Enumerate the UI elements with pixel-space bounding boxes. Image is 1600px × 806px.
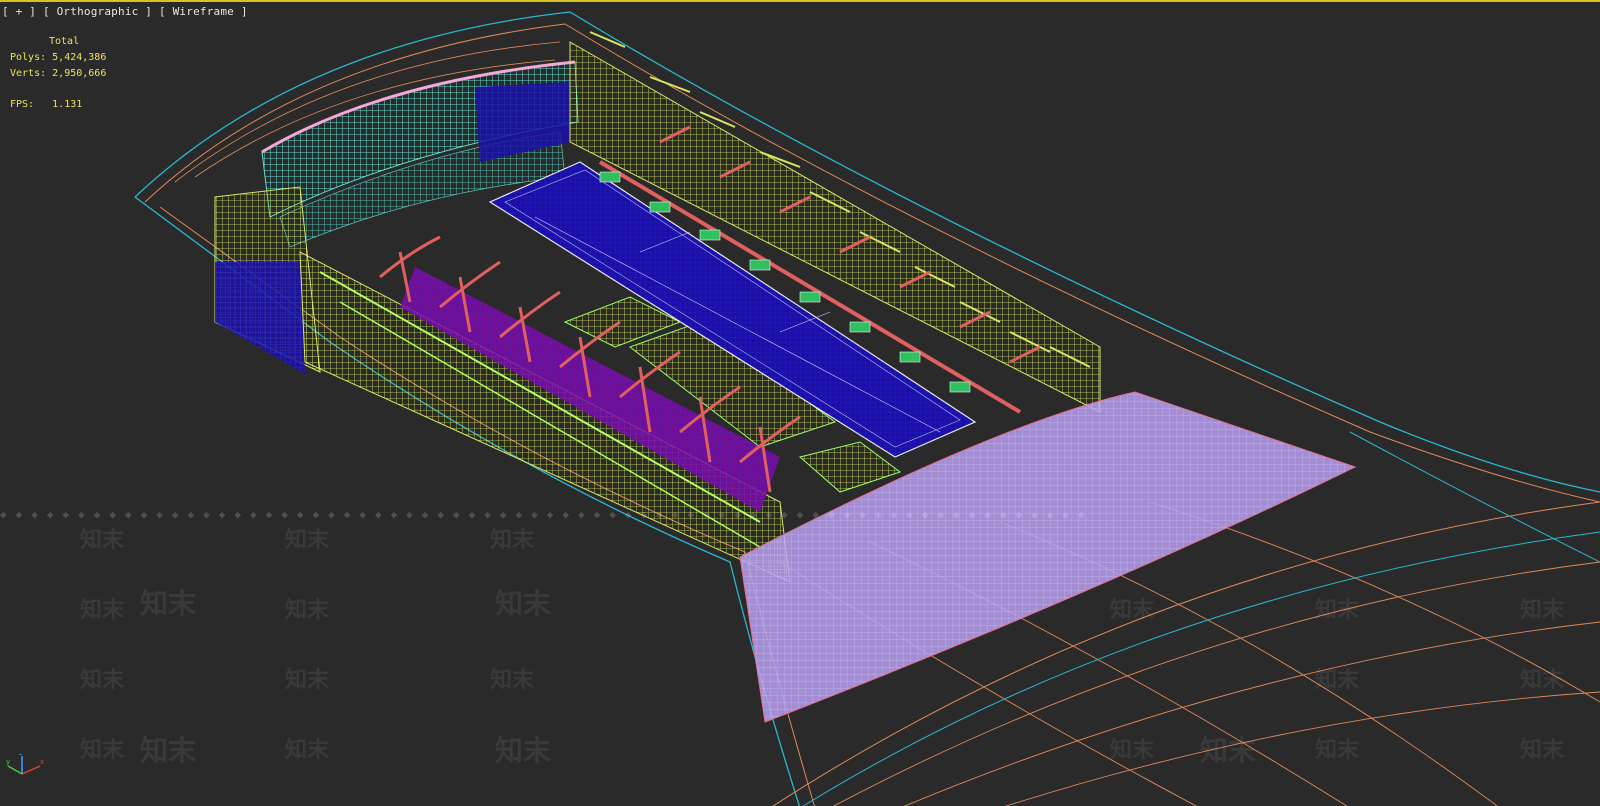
- polys-label: Polys:: [10, 52, 47, 63]
- viewport-shading-menu[interactable]: [ Wireframe ]: [159, 5, 248, 18]
- watermark-diamond-row: ◆◆◆◆◆◆◆◆◆◆◆◆◆◆◆◆◆◆◆◆◆◆◆◆◆◆◆◆◆◆◆◆◆◆◆◆◆◆◆◆…: [0, 508, 1094, 521]
- polys-value: 5,424,386: [52, 52, 107, 63]
- viewport-statistics: Total Polys: 5,424,386 Verts: 2,950,666 …: [10, 34, 106, 113]
- stats-verts: Verts: 2,950,666: [10, 66, 106, 82]
- wireframe-viewport[interactable]: ◆◆◆◆◆◆◆◆◆◆◆◆◆◆◆◆◆◆◆◆◆◆◆◆◆◆◆◆◆◆◆◆◆◆◆◆◆◆◆◆…: [0, 0, 1600, 806]
- viewport-label: [ + ] [ Orthographic ] [ Wireframe ]: [2, 5, 248, 18]
- axis-x-label: x: [40, 758, 44, 766]
- fps-value: 1.131: [52, 99, 83, 110]
- viewport-plus-menu[interactable]: [ + ]: [2, 5, 36, 18]
- verts-value: 2,950,666: [52, 68, 107, 79]
- axis-z-label: z: [19, 754, 23, 757]
- lavender-canopy: [739, 391, 1357, 723]
- stats-fps: FPS: 1.131: [10, 97, 106, 113]
- axis-tripod-icon: x y z: [6, 754, 44, 775]
- verts-label: Verts:: [10, 68, 47, 79]
- stadium-wireframe-model[interactable]: [0, 2, 1600, 806]
- stats-polys: Polys: 5,424,386: [10, 50, 106, 66]
- viewport-view-menu[interactable]: [ Orthographic ]: [43, 5, 152, 18]
- stats-header: Total: [49, 36, 80, 47]
- fps-label: FPS:: [10, 99, 35, 110]
- axis-y-label: y: [6, 758, 10, 766]
